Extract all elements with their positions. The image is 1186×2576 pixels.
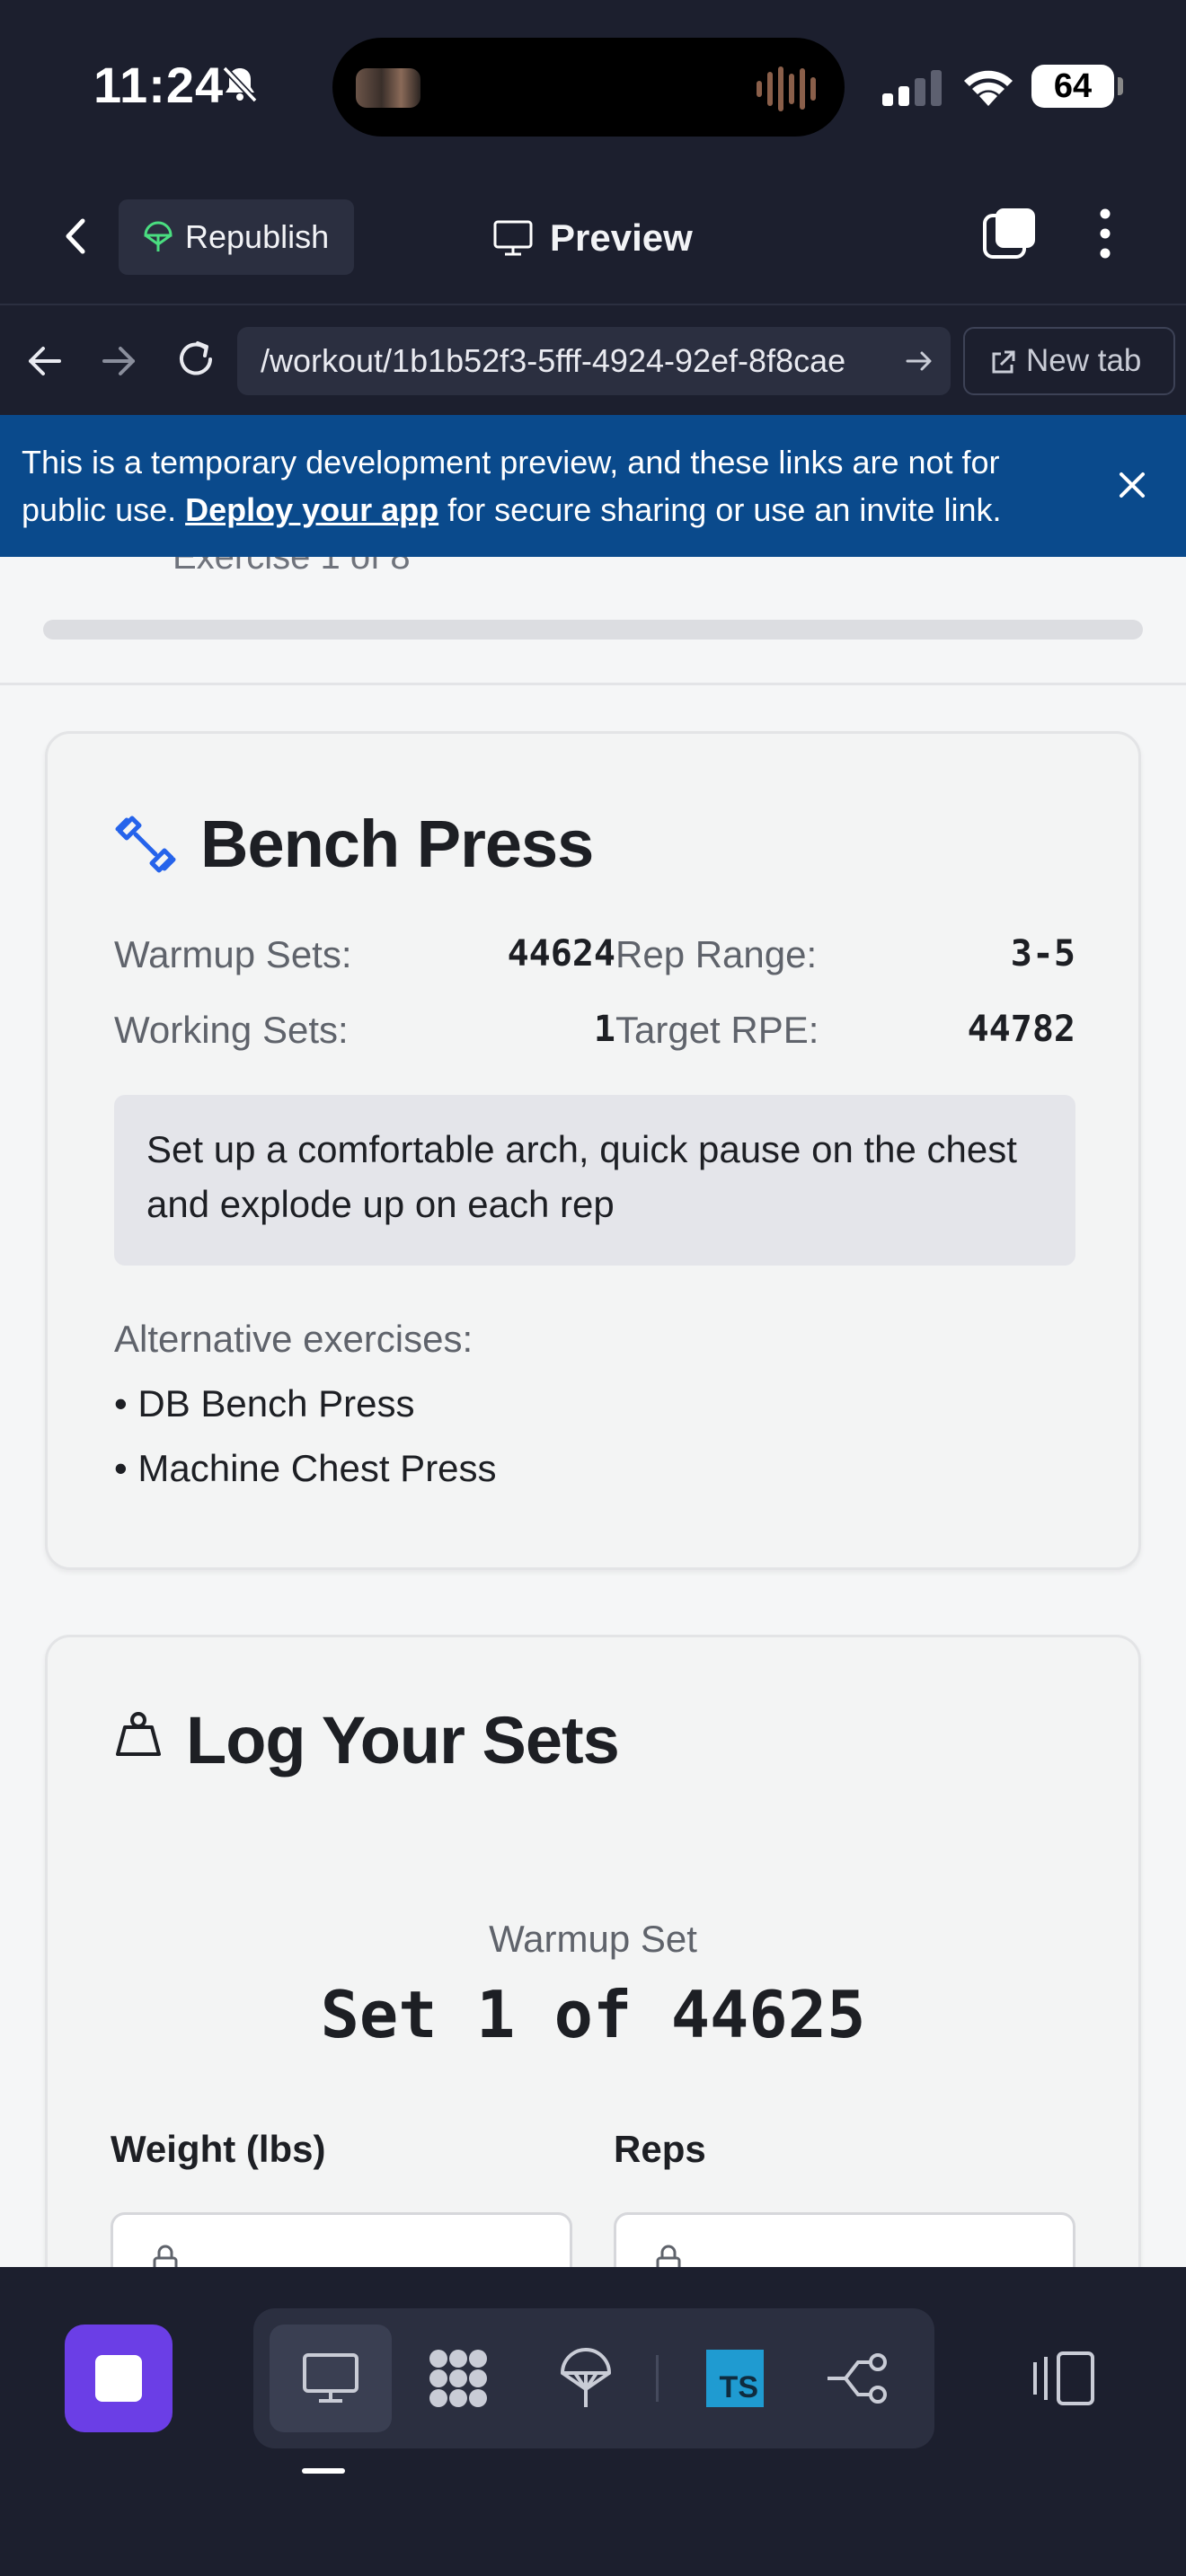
- lock-icon: [153, 2245, 178, 2267]
- tool-git[interactable]: [796, 2325, 918, 2432]
- dumbbell-icon: [115, 816, 176, 873]
- rep-range-label: Rep Range:: [615, 933, 818, 975]
- close-icon[interactable]: [1114, 467, 1150, 503]
- go-arrow-icon[interactable]: [902, 325, 938, 397]
- deploy-icon: [561, 2348, 611, 2407]
- warmup-sets-label: Warmup Sets:: [114, 933, 352, 975]
- wifi-icon: [964, 70, 1013, 106]
- deploy-icon: [144, 221, 173, 251]
- stop-button[interactable]: [65, 2325, 173, 2432]
- toolbar-separator: [656, 2355, 659, 2402]
- tool-switcher: TS: [253, 2308, 934, 2448]
- republish-button[interactable]: Republish: [119, 199, 354, 275]
- target-rpe-label: Target RPE:: [615, 1009, 819, 1051]
- log-sets-title: Log Your Sets: [186, 1703, 620, 1778]
- now-playing-artwork: [356, 68, 420, 108]
- workout-progress-bar: [43, 620, 1143, 640]
- exercise-counter: Exercise 1 of 8: [173, 557, 411, 577]
- monitor-icon: [493, 220, 533, 256]
- weight-label: Weight (lbs): [111, 2128, 326, 2170]
- warmup-sets-value: 44624: [507, 933, 615, 975]
- republish-label: Republish: [185, 218, 330, 255]
- bell-muted-icon: [222, 66, 258, 103]
- dev-preview-banner: This is a temporary development preview,…: [0, 415, 1186, 557]
- deploy-app-link[interactable]: Deploy your app: [185, 491, 438, 528]
- battery-indicator: 64: [1031, 65, 1114, 108]
- tool-preview[interactable]: [270, 2325, 392, 2432]
- weight-input[interactable]: [111, 2212, 572, 2267]
- cellular-signal-icon: [882, 70, 942, 106]
- lock-icon: [656, 2245, 681, 2267]
- more-options-icon[interactable]: [1094, 207, 1116, 260]
- set-type-label: Warmup Set: [489, 1918, 697, 1960]
- audio-waveform-icon: [757, 66, 816, 111]
- new-tab-button[interactable]: New tab: [963, 327, 1175, 395]
- arrow-right-icon[interactable]: [97, 340, 140, 383]
- alternative-exercise-item: • Machine Chest Press: [114, 1447, 497, 1489]
- alternative-exercise-item: • DB Bench Press: [114, 1382, 415, 1425]
- weight-icon: [116, 1712, 161, 1756]
- alternatives-label: Alternative exercises:: [114, 1318, 474, 1360]
- exercise-note: Set up a comfortable arch, quick pause o…: [114, 1095, 1075, 1266]
- exercise-card: Bench Press Warmup Sets: 44624 Working S…: [45, 731, 1141, 1570]
- working-sets-label: Working Sets:: [114, 1009, 349, 1051]
- external-link-icon: [992, 350, 1015, 374]
- target-rpe-value: 44782: [967, 1009, 1075, 1050]
- tool-deploy[interactable]: [525, 2325, 647, 2432]
- monitor-icon: [303, 2353, 358, 2403]
- set-counter: Set 1 of 44625: [320, 1977, 866, 2052]
- stop-icon: [95, 2355, 142, 2402]
- tabs-icon[interactable]: [981, 205, 1039, 262]
- workout-page: Exercise 1 of 8 Bench Press Warmup Sets:…: [0, 557, 1186, 2267]
- preview-label: Preview: [550, 216, 693, 259]
- arrow-left-icon[interactable]: [23, 340, 66, 383]
- url-input[interactable]: /workout/1b1b52f3-5fff-4924-92ef-8f8cae: [237, 327, 951, 395]
- reload-icon[interactable]: [173, 336, 219, 383]
- app-header: Republish Preview: [0, 171, 1186, 305]
- apps-icon: [429, 2350, 487, 2407]
- working-sets-value: 1: [593, 1009, 615, 1050]
- new-tab-label: New tab: [1026, 343, 1142, 378]
- reps-label: Reps: [614, 2128, 706, 2170]
- back-icon[interactable]: [54, 214, 99, 259]
- tool-typescript[interactable]: TS: [674, 2325, 796, 2432]
- side-panel-icon[interactable]: [1031, 2350, 1096, 2407]
- status-bar: 11:24 64: [0, 0, 1186, 171]
- browser-toolbar: /workout/1b1b52f3-5fff-4924-92ef-8f8cae …: [0, 305, 1186, 415]
- dynamic-island: [332, 38, 845, 137]
- tool-apps[interactable]: [397, 2325, 519, 2432]
- battery-nub: [1118, 77, 1123, 95]
- exercise-name: Bench Press: [200, 807, 594, 881]
- home-indicator: [302, 2468, 345, 2474]
- typescript-icon: TS: [706, 2350, 764, 2407]
- divider: [0, 683, 1186, 685]
- git-icon: [828, 2353, 887, 2404]
- bottom-toolbar: TS: [0, 2267, 1186, 2576]
- log-sets-card: Log Your Sets Warmup Set Set 1 of 44625 …: [45, 1635, 1141, 2267]
- reps-input[interactable]: [614, 2212, 1075, 2267]
- preview-title: Preview: [492, 207, 693, 269]
- rep-range-value: 3-5: [1010, 933, 1075, 975]
- status-time: 11:24: [93, 57, 225, 113]
- banner-text-after: for secure sharing or use an invite link…: [438, 491, 1002, 528]
